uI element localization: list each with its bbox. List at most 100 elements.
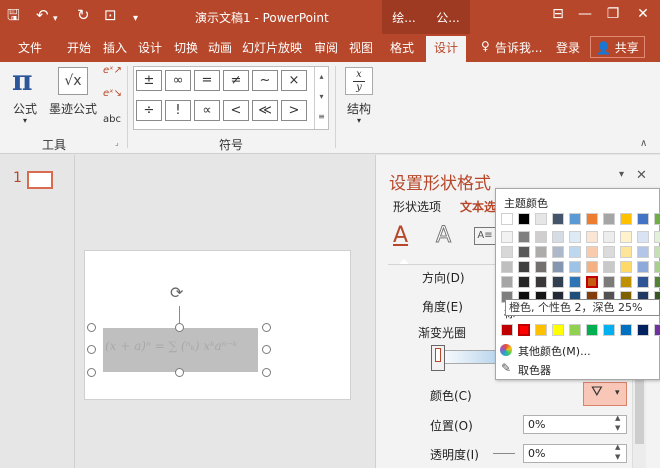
undo-icon[interactable]: ↶	[36, 6, 49, 24]
theme-shade-swatch[interactable]	[552, 231, 564, 243]
theme-shade-swatch[interactable]	[603, 246, 615, 258]
tab-view[interactable]: 视图	[349, 39, 373, 56]
more-colors-item[interactable]: 其他颜色(M)...	[518, 343, 591, 359]
tab-transitions[interactable]: 切换	[174, 39, 198, 56]
transparency-stepper-icon[interactable]: ▲ ▼	[615, 442, 620, 462]
resize-handle[interactable]	[87, 368, 96, 377]
theme-shade-swatch[interactable]	[535, 276, 547, 288]
symbol-much-less[interactable]: ≪	[252, 100, 278, 121]
theme-color-swatch[interactable]	[569, 213, 581, 225]
fraction-icon[interactable]: xy	[345, 67, 373, 95]
tools-dialog-launcher-icon[interactable]: ⌟	[115, 138, 119, 147]
theme-shade-swatch[interactable]	[620, 246, 632, 258]
theme-shade-swatch[interactable]	[501, 246, 513, 258]
symbol-not-equal[interactable]: ≠	[223, 70, 249, 91]
theme-shade-swatch[interactable]	[501, 231, 513, 243]
standard-color-swatch[interactable]	[569, 324, 581, 336]
standard-color-swatch[interactable]	[586, 324, 598, 336]
theme-shade-swatch[interactable]	[654, 276, 660, 288]
theme-color-swatch[interactable]	[518, 213, 530, 225]
symbol-equals[interactable]: =	[194, 70, 220, 91]
linear-icon[interactable]: eˣ↘	[103, 88, 122, 99]
start-slideshow-icon[interactable]: ⊡	[104, 6, 117, 24]
pane-close-icon[interactable]: ✕	[636, 168, 647, 183]
undo-dropdown-icon[interactable]: ▾	[53, 10, 58, 28]
symbol-infinity[interactable]: ∞	[165, 70, 191, 91]
theme-shade-swatch[interactable]	[603, 276, 615, 288]
theme-shade-swatch[interactable]	[603, 261, 615, 273]
theme-shade-swatch[interactable]	[654, 231, 660, 243]
slide-canvas[interactable]	[84, 250, 351, 400]
theme-color-swatch[interactable]	[586, 213, 598, 225]
pane-options-icon[interactable]: ▾	[619, 169, 624, 180]
standard-color-swatch[interactable]	[552, 324, 564, 336]
color-picker-button[interactable]: ⛛ ▾	[583, 382, 627, 406]
theme-color-swatch[interactable]	[654, 213, 660, 225]
theme-shade-swatch[interactable]	[569, 231, 581, 243]
eyedropper-item[interactable]: 取色器	[518, 362, 551, 378]
formula-button[interactable]: 公式	[13, 100, 37, 117]
save-icon[interactable]: 🖫	[7, 6, 20, 24]
theme-shade-swatch[interactable]	[637, 261, 649, 273]
gallery-down-icon[interactable]: ▾	[315, 87, 328, 107]
gradient-stop-handle[interactable]	[431, 345, 445, 371]
close-icon[interactable]: ✕	[630, 6, 656, 22]
slide-thumbnail[interactable]	[27, 171, 53, 189]
theme-shade-swatch[interactable]	[501, 261, 513, 273]
theme-shade-swatch[interactable]	[535, 246, 547, 258]
symbol-greater-than[interactable]: >	[281, 100, 307, 121]
standard-color-swatch[interactable]	[654, 324, 660, 336]
resize-handle[interactable]	[262, 345, 271, 354]
theme-shade-swatch[interactable]	[535, 261, 547, 273]
theme-color-swatch[interactable]	[620, 213, 632, 225]
tab-text-options[interactable]: 文本选	[460, 198, 496, 215]
symbol-proportional[interactable]: ∝	[194, 100, 220, 121]
tab-design-active[interactable]: 设计	[426, 36, 466, 62]
resize-handle[interactable]	[87, 323, 96, 332]
ink-equation-button[interactable]: 墨迹公式	[49, 100, 97, 117]
tab-slideshow[interactable]: 幻灯片放映	[242, 39, 302, 56]
gallery-up-icon[interactable]: ▴	[315, 67, 328, 87]
symbol-times[interactable]: ×	[281, 70, 307, 91]
theme-shade-swatch[interactable]	[501, 276, 513, 288]
theme-shade-swatch[interactable]	[569, 246, 581, 258]
theme-shade-swatch[interactable]	[518, 246, 530, 258]
rotate-handle-icon[interactable]: ⟳	[170, 283, 183, 302]
position-stepper-icon[interactable]: ▲ ▼	[615, 413, 620, 433]
theme-color-swatch[interactable]	[637, 213, 649, 225]
redo-icon[interactable]: ↻	[77, 6, 90, 24]
gallery-more-icon[interactable]: ≡	[315, 107, 328, 127]
resize-handle[interactable]	[87, 345, 96, 354]
resize-handle[interactable]	[175, 323, 184, 332]
normal-text-button[interactable]: abc	[103, 114, 121, 125]
tab-design[interactable]: 设计	[138, 39, 162, 56]
theme-shade-swatch[interactable]	[603, 231, 615, 243]
standard-color-swatch[interactable]	[535, 324, 547, 336]
theme-shade-swatch[interactable]	[620, 276, 632, 288]
structure-button[interactable]: 结构	[347, 100, 371, 117]
standard-color-swatch[interactable]	[501, 324, 513, 336]
ink-equation-icon[interactable]: √x	[58, 67, 88, 95]
text-box-icon[interactable]: A≡	[474, 227, 496, 245]
gradient-bar[interactable]	[436, 350, 496, 364]
tell-me-search[interactable]: 告诉我...	[495, 39, 542, 56]
standard-color-swatch[interactable]	[620, 324, 632, 336]
symbol-less-than[interactable]: <	[223, 100, 249, 121]
pi-formula-icon[interactable]: π	[12, 64, 33, 97]
theme-shade-swatch[interactable]	[637, 231, 649, 243]
theme-shade-swatch[interactable]	[586, 261, 598, 273]
resize-handle[interactable]	[175, 368, 184, 377]
equation-shape[interactable]: (x + a)ⁿ = ∑ (ⁿₖ) xᵏaⁿ⁻ᵏ	[103, 328, 258, 372]
theme-shade-swatch[interactable]	[552, 246, 564, 258]
symbol-plus-minus[interactable]: ±	[136, 70, 162, 91]
text-fill-icon[interactable]: A	[393, 223, 408, 248]
standard-color-swatch[interactable]	[603, 324, 615, 336]
tab-shape-options[interactable]: 形状选项	[393, 198, 441, 215]
gallery-scroll[interactable]: ▴ ▾ ≡	[314, 67, 328, 129]
theme-shade-swatch[interactable]	[552, 261, 564, 273]
theme-shade-swatch[interactable]	[585, 275, 599, 289]
theme-color-swatch[interactable]	[603, 213, 615, 225]
transparency-input[interactable]: 0%	[523, 444, 627, 463]
resize-handle[interactable]	[262, 368, 271, 377]
theme-shade-swatch[interactable]	[518, 261, 530, 273]
